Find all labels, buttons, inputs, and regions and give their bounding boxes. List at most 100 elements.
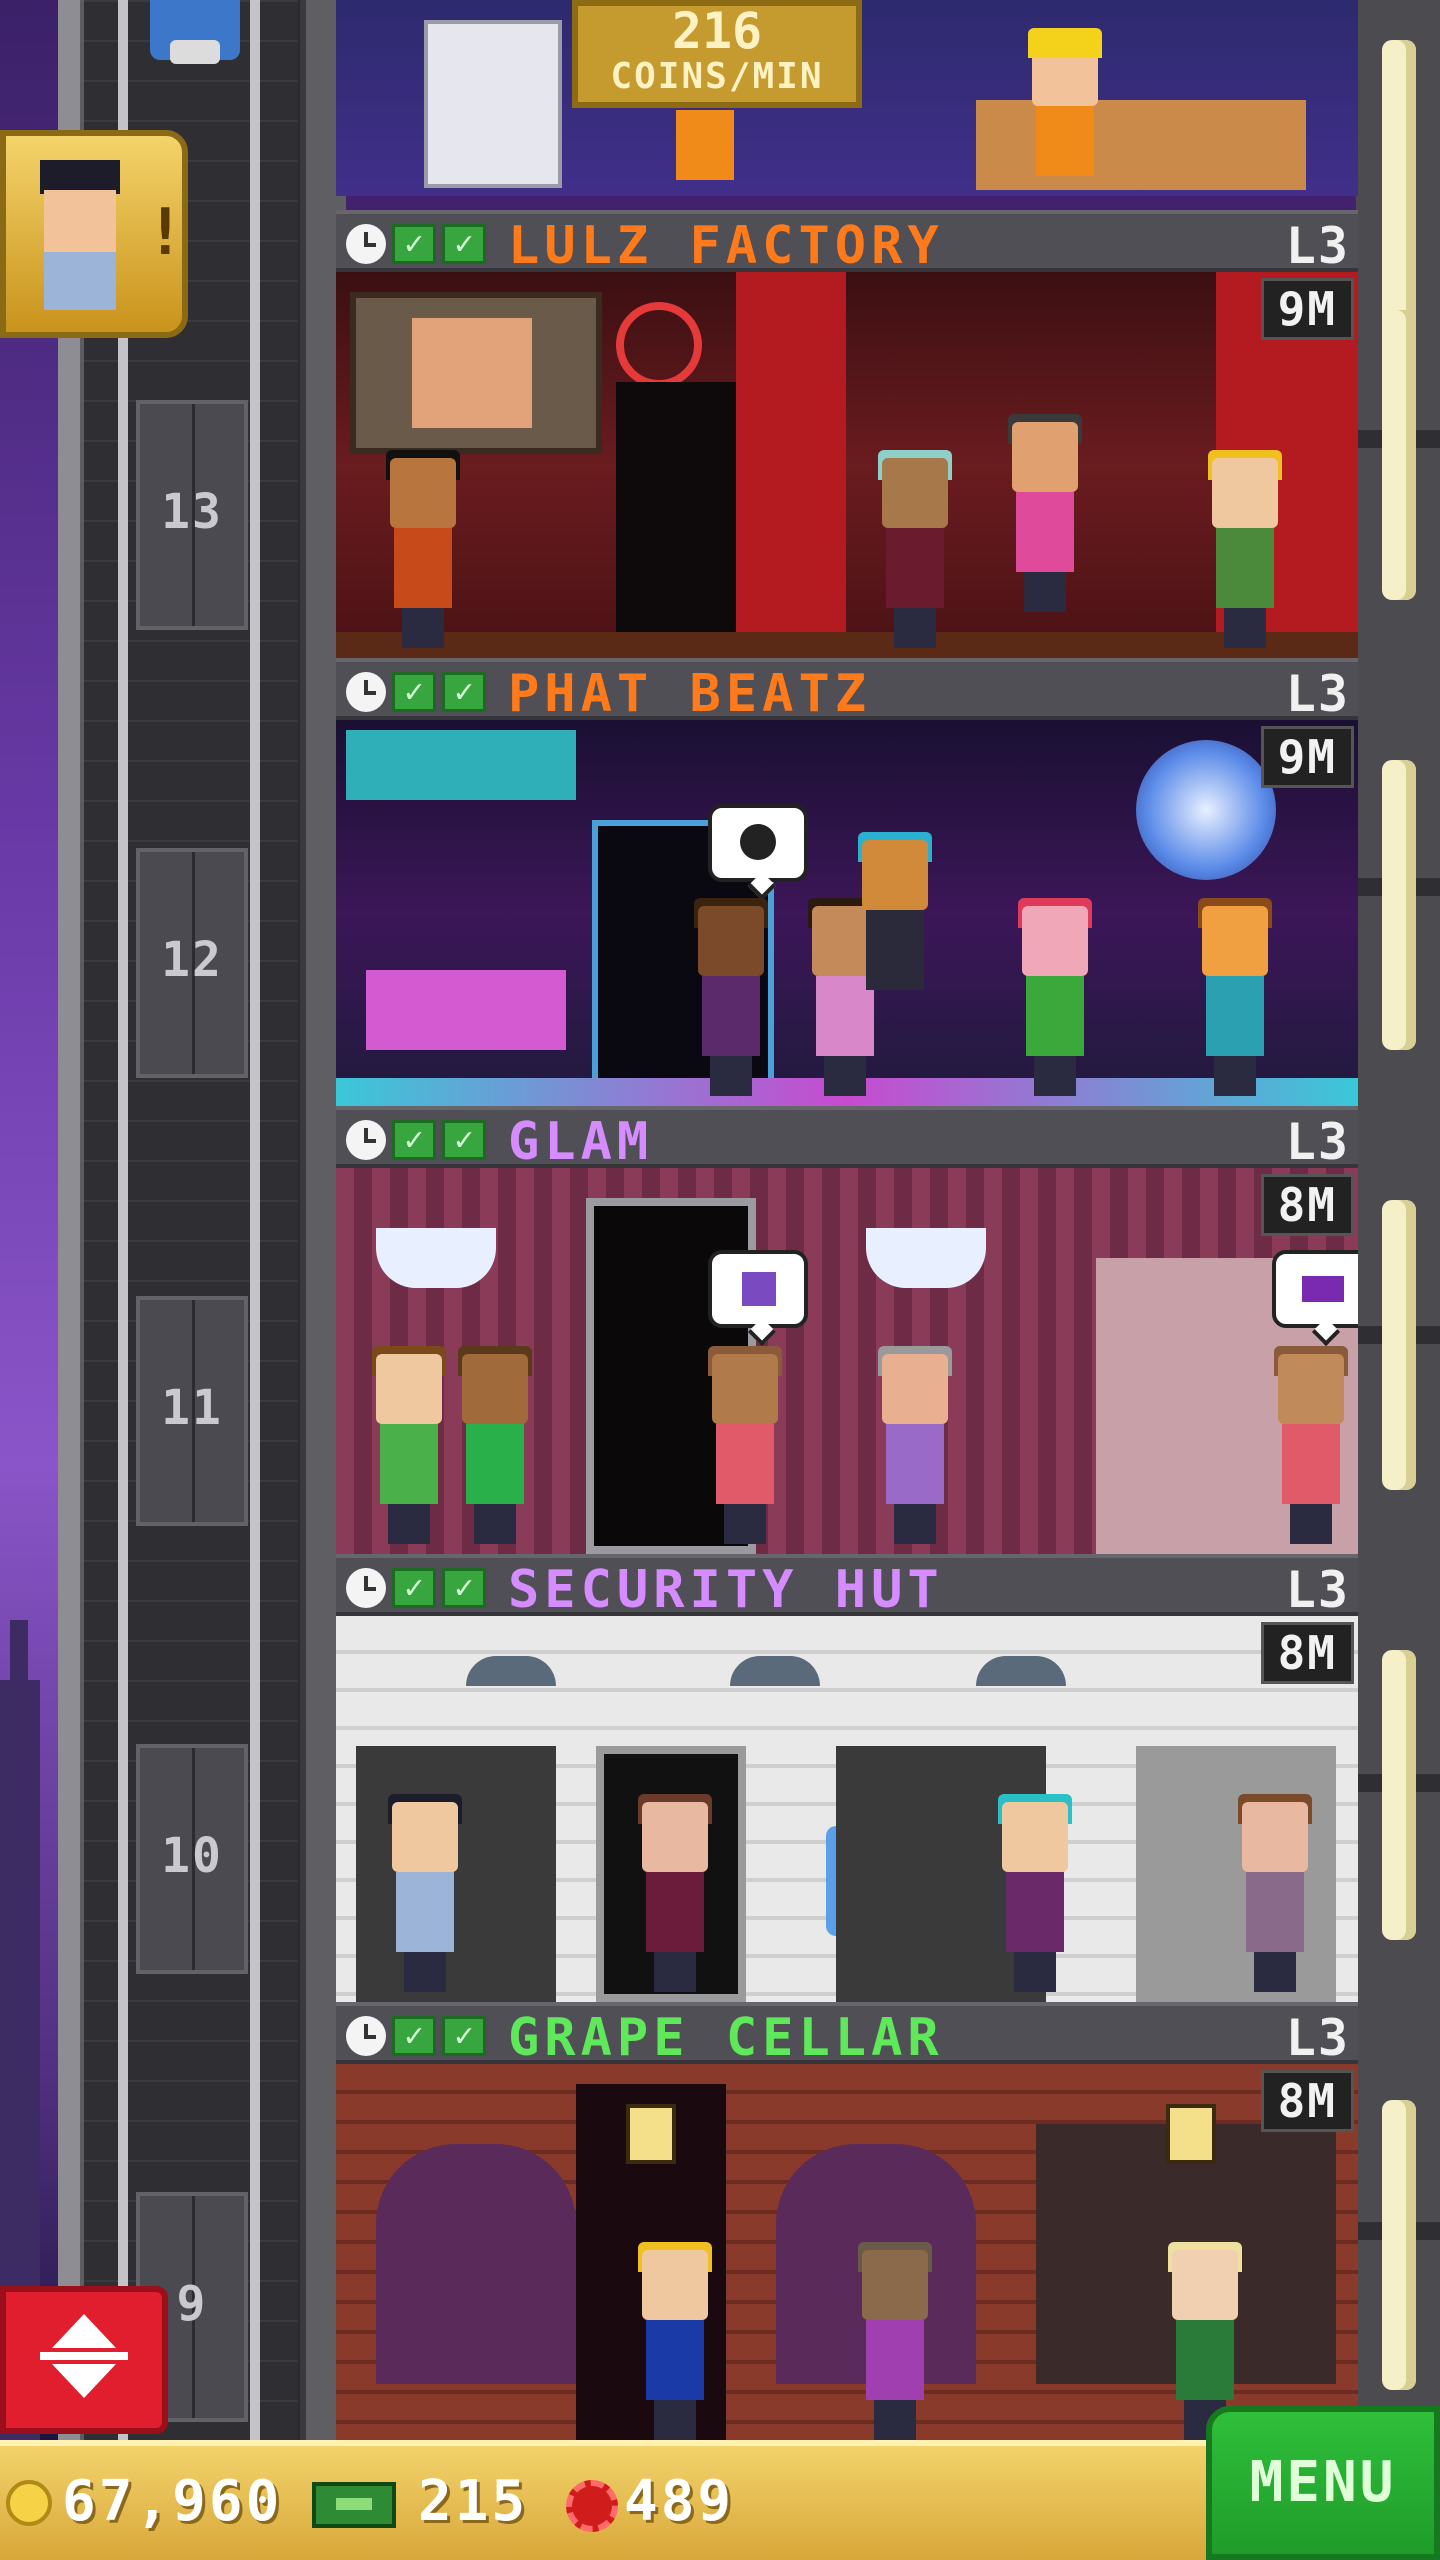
chandelier	[866, 1228, 986, 1288]
ceiling-lamp	[976, 1656, 1066, 1686]
floor-level: L3	[1285, 1113, 1350, 1171]
visitor[interactable]	[370, 1346, 448, 1544]
check-icon: ✓	[442, 1120, 486, 1160]
visitor[interactable]	[876, 1346, 954, 1544]
visitor[interactable]	[1236, 1794, 1314, 1992]
gear-icon	[566, 2480, 618, 2532]
floor-name: SECURITY HUT	[508, 1560, 944, 1620]
floor-room-comedy-club[interactable]: 9M	[336, 272, 1358, 658]
visitor[interactable]	[996, 1794, 1074, 1992]
clock-icon	[346, 224, 386, 264]
elevator-cable-left	[118, 0, 128, 2440]
floor-status-icons: ✓ ✓	[346, 672, 486, 714]
security-guard[interactable]	[386, 1794, 464, 1992]
floor-boards	[336, 632, 1358, 658]
chandelier	[376, 1228, 496, 1288]
floor-name: GLAM	[508, 1112, 654, 1172]
construction-worker[interactable]	[666, 110, 744, 196]
check-icon: ✓	[392, 1568, 436, 1608]
elevator-shaft-inner	[84, 0, 298, 2440]
floor-room-wine-cellar[interactable]: 8M	[336, 2064, 1358, 2450]
lantern	[626, 2104, 676, 2164]
clock-icon	[346, 1120, 386, 1160]
visitor[interactable]	[876, 450, 954, 648]
visitor-thought-bubble[interactable]	[1272, 1250, 1358, 1328]
check-icon: ✓	[442, 224, 486, 264]
bux-count: 215	[418, 2469, 529, 2534]
restock-time-badge: 8M	[1260, 1622, 1354, 1684]
visitor[interactable]	[636, 1794, 714, 1992]
visitor[interactable]	[1206, 450, 1284, 648]
wine-rack	[376, 2144, 576, 2384]
floor-level: L3	[1285, 2009, 1350, 2067]
elevator-rail-left	[58, 0, 84, 2440]
floor-header[interactable]: ✓ ✓ GRAPE CELLAR L3	[336, 2002, 1358, 2068]
floor-room-dj-club[interactable]: 9M	[336, 720, 1358, 1106]
floor-10[interactable]: ✓ ✓ SECURITY HUT L3 8M	[336, 1554, 1358, 2002]
floor-13[interactable]: ✓ ✓ LULZ FACTORY L3 9M	[336, 210, 1358, 658]
shaft-floor-number: 11	[161, 1380, 223, 1436]
tower-window	[1382, 760, 1416, 1050]
floor-9[interactable]: ✓ ✓ GRAPE CELLAR L3 8M	[336, 2002, 1358, 2450]
floor-12[interactable]: ✓ ✓ PHAT BEATZ L3 9M	[336, 658, 1358, 1106]
floor-status-icons: ✓ ✓	[346, 2016, 486, 2058]
neon-sign	[616, 302, 702, 388]
floor-header[interactable]: ✓ ✓ SECURITY HUT L3	[336, 1554, 1358, 1620]
floor-11[interactable]: ✓ ✓ GLAM L3 8M	[336, 1106, 1358, 1554]
shaft-floor-number: 9	[176, 2276, 208, 2332]
visitor[interactable]	[692, 898, 770, 1096]
elevator-cable-right	[250, 0, 260, 2440]
clock-icon	[346, 1568, 386, 1608]
coins-per-minute-sign: 216 COINS/MIN	[572, 0, 862, 108]
floor-header[interactable]: ✓ ✓ LULZ FACTORY L3	[336, 210, 1358, 275]
clock-icon	[346, 672, 386, 712]
visitor[interactable]	[856, 2242, 934, 2440]
restock-time-badge: 8M	[1260, 1174, 1354, 1236]
floor-room-security[interactable]: 8M	[336, 1616, 1358, 2002]
restock-time-badge: 9M	[1260, 726, 1354, 788]
neon-canopy	[346, 730, 576, 800]
divider-line	[40, 2352, 128, 2360]
check-icon: ✓	[392, 1120, 436, 1160]
visitor[interactable]	[1272, 1346, 1350, 1544]
visitor[interactable]	[636, 2242, 714, 2440]
visitor[interactable]	[384, 450, 462, 648]
floor-header[interactable]: ✓ ✓ PHAT BEATZ L3	[336, 658, 1358, 724]
visitor[interactable]	[706, 1346, 784, 1544]
floor-status-icons: ✓ ✓	[346, 1120, 486, 1162]
floor-status-icons: ✓ ✓	[346, 1568, 486, 1610]
visitor-thought-bubble[interactable]	[708, 1250, 808, 1328]
floor-partial-top[interactable]: 216 COINS/MIN	[336, 0, 1358, 196]
visitor[interactable]	[456, 1346, 534, 1544]
security-notification-button[interactable]: !	[0, 130, 188, 338]
shaft-floor-number: 10	[161, 1828, 223, 1884]
dj[interactable]	[856, 832, 934, 1030]
floor-level: L3	[1285, 1561, 1350, 1619]
ceiling-lamp	[730, 1656, 820, 1686]
floor-level: L3	[1285, 217, 1350, 275]
elevator-car[interactable]	[150, 0, 240, 64]
comedian[interactable]	[1006, 414, 1084, 612]
arrow-up-icon	[52, 2314, 116, 2348]
floor-name: GRAPE CELLAR	[508, 2008, 944, 2068]
visitor[interactable]	[1016, 898, 1094, 1096]
floor-name: PHAT BEATZ	[508, 664, 872, 724]
comedian-poster	[350, 292, 602, 454]
visitor-thought-bubble[interactable]	[708, 804, 808, 882]
doorway	[616, 382, 746, 658]
bux-icon	[312, 2482, 396, 2528]
shaft-floor-number: 13	[161, 484, 223, 540]
disco-ball	[1136, 740, 1276, 880]
tower-window	[1382, 40, 1416, 330]
check-icon: ✓	[442, 2016, 486, 2056]
coins-per-minute-value: 216	[671, 2, 763, 60]
check-icon: ✓	[442, 1568, 486, 1608]
floor-header[interactable]: ✓ ✓ GLAM L3	[336, 1106, 1358, 1172]
visitor[interactable]	[1196, 898, 1274, 1096]
floor-room-salon[interactable]: 8M	[336, 1168, 1358, 1554]
floor-status-icons: ✓ ✓	[346, 224, 486, 266]
menu-button[interactable]: MENU	[1206, 2406, 1440, 2560]
construction-worker[interactable]	[1026, 28, 1104, 196]
tower-window	[1382, 2100, 1416, 2390]
check-icon: ✓	[392, 224, 436, 264]
